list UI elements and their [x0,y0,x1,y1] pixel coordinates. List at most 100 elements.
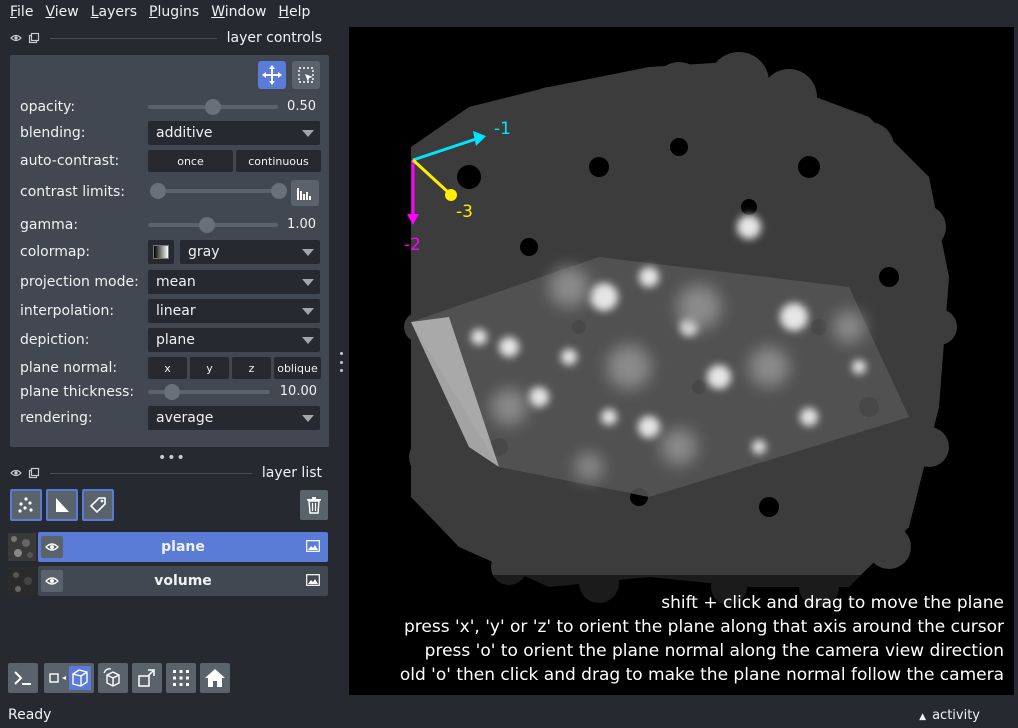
plane-normal-oblique-button[interactable]: oblique [274,357,321,379]
eye-icon[interactable] [10,467,22,479]
contrast-limits-slider[interactable] [156,189,280,193]
eye-icon[interactable] [10,32,22,44]
histogram-button[interactable] [291,180,319,206]
new-shapes-layer-button[interactable] [46,489,78,521]
transpose-icon [138,669,155,687]
layer-controls-panel: opacity: 0.50 blending: additive auto-co… [10,55,329,447]
home-button[interactable] [200,663,230,693]
console-button[interactable] [8,663,38,693]
transform-button[interactable] [292,61,320,89]
new-points-layer-button[interactable] [10,489,42,521]
layer-thumbnail [8,533,36,561]
rendering-select[interactable]: average [148,406,320,430]
roll-dims-button[interactable] [98,663,128,693]
layer-list-header: layer list [0,461,332,485]
chevron-down-icon [302,415,314,422]
gamma-slider-handle[interactable] [198,217,215,233]
new-labels-layer-button[interactable] [82,489,114,521]
pan-zoom-button[interactable] [258,61,286,89]
ndisplay-button[interactable] [44,663,94,693]
plane-normal-z-button[interactable]: z [232,357,271,379]
layer-name[interactable]: plane [161,539,205,555]
colormap-select[interactable]: gray [180,240,320,264]
help-line-3: press 'o' to orient the plane normal alo… [424,641,1004,661]
shapes-icon [56,498,69,512]
projection-select[interactable]: mean [148,270,320,294]
interpolation-label: interpolation: [20,303,115,319]
plane-normal-y-button[interactable]: y [190,357,229,379]
projection-label: projection mode: [20,274,139,290]
layer-item-volume[interactable]: volume [8,566,328,596]
plane-normal-label: plane normal: [20,360,118,376]
depiction-select[interactable]: plane [148,328,320,352]
axis-3-label: -3 [456,202,473,222]
colormap-value: gray [188,244,220,260]
opacity-slider-handle[interactable] [205,99,221,115]
auto-contrast-label: auto-contrast: [20,153,120,169]
menu-bar: File View Layers Plugins Window Help [0,0,1018,24]
status-bar: Ready ▲ activity [0,702,1018,728]
caret-up-icon: ▲ [919,711,927,722]
rendering-label: rendering: [20,410,93,426]
menu-file[interactable]: File [4,0,39,24]
colormap-label: colormap: [20,244,91,260]
rendering-value: average [156,410,214,426]
delete-layer-button[interactable] [300,490,328,520]
axis-2-label: -2 [404,235,421,255]
float-icon[interactable] [28,32,40,44]
cube-icon [103,668,120,687]
menu-view[interactable]: View [39,0,84,24]
help-line-4: old 'o' then click and drag to make the … [399,665,1004,685]
contrast-limits-max-handle[interactable] [271,183,287,199]
eye-icon [45,543,59,551]
menu-help[interactable]: Help [272,0,316,24]
grid-view-button[interactable] [166,663,196,693]
layer-item-plane[interactable]: plane [8,532,328,562]
chevron-down-icon [302,249,314,256]
plane-normal-x-button[interactable]: x [148,357,187,379]
blending-value: additive [156,125,213,141]
layer-controls-header: layer controls [0,26,332,50]
viewer-canvas[interactable]: -1 -2 -3 shift + click and drag to move … [349,27,1014,695]
image-layer-icon [306,574,320,586]
menu-plugins[interactable]: Plugins [143,0,205,24]
image-layer-icon [306,540,320,552]
plane-thickness-value: 10.00 [279,384,317,399]
colormap-gradient-icon [153,245,169,259]
layer-visibility-toggle[interactable] [41,536,63,558]
grid-icon [173,670,189,686]
activity-button[interactable]: ▲ activity [919,708,980,723]
home-icon [205,669,225,687]
dock-splitter-handle[interactable] [339,352,343,372]
activity-label: activity [932,707,980,723]
menu-window[interactable]: Window [205,0,272,24]
blending-label: blending: [20,125,86,141]
layer-name[interactable]: volume [154,573,212,589]
layer-body[interactable]: plane [38,532,328,562]
label-tag-icon [89,497,106,514]
menu-layers[interactable]: Layers [85,0,143,24]
float-icon[interactable] [28,467,40,479]
histogram-icon [297,188,311,200]
transpose-button[interactable] [132,663,162,693]
contrast-limits-label: contrast limits: [20,184,125,200]
chevron-down-icon [302,337,314,344]
auto-contrast-once-button[interactable]: once [148,150,233,172]
gamma-value: 1.00 [287,217,316,232]
2d-3d-toggle-icon [49,666,91,690]
help-line-2: press 'x', 'y' or 'z' to orient the plan… [404,617,1004,637]
layer-body[interactable]: volume [38,566,328,596]
axis-3-endpoint [445,189,457,201]
layer-visibility-toggle[interactable] [41,570,63,592]
depiction-value: plane [156,332,195,348]
contrast-limits-min-handle[interactable] [150,183,166,199]
blending-select[interactable]: additive [148,121,320,145]
colormap-swatch[interactable] [148,240,174,264]
transform-icon [298,67,314,83]
interpolation-select[interactable]: linear [148,299,320,323]
opacity-label: opacity: [20,99,76,115]
depiction-label: depiction: [20,332,90,348]
auto-contrast-continuous-button[interactable]: continuous [236,150,321,172]
terminal-icon [14,671,31,685]
eye-icon [45,577,59,585]
